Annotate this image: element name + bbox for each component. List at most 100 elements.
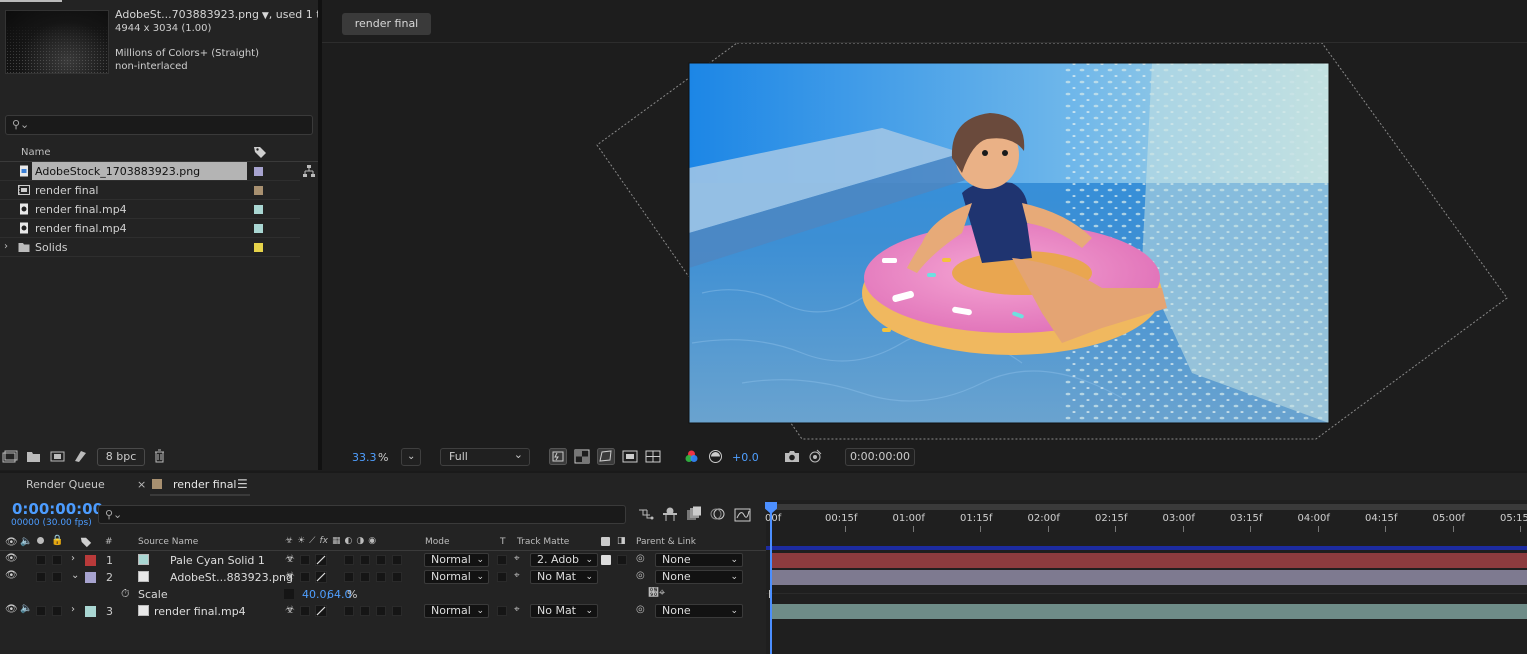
label-tag-icon[interactable] [80, 536, 92, 548]
motion-blur-switch[interactable] [376, 555, 386, 565]
shy-switch-icon[interactable]: ☣ [285, 569, 295, 582]
project-search-input[interactable]: ⚲⌄ [5, 115, 313, 135]
column-name[interactable]: Name [21, 147, 51, 158]
camera-snapshot-icon[interactable] [784, 449, 800, 463]
pick-whip-icon[interactable]: ⌖ [514, 604, 520, 615]
parent-pick-whip-icon[interactable]: ◎ [636, 570, 645, 581]
lock-switch[interactable] [52, 555, 62, 565]
column-t[interactable]: T [500, 537, 506, 547]
region-of-interest-icon[interactable] [622, 449, 638, 464]
preserve-transparency-switch[interactable] [497, 572, 507, 582]
label-color-swatch[interactable] [254, 224, 263, 233]
frame-blending-icon[interactable] [686, 506, 702, 522]
tab-render-final[interactable]: render final [173, 478, 237, 491]
fx-switch[interactable] [344, 572, 354, 582]
audio-icon[interactable]: 🔈 [20, 536, 32, 547]
eye-icon[interactable]: 👁 [5, 537, 18, 548]
viewer-comp-tab[interactable]: render final [342, 13, 431, 35]
show-snapshot-icon[interactable] [807, 448, 823, 464]
composition-flowchart-icon[interactable] [638, 507, 654, 522]
lock-switch[interactable] [52, 606, 62, 616]
grid-guides-icon[interactable] [645, 449, 661, 464]
layer-label-color[interactable] [85, 555, 96, 566]
matte-invert-switch[interactable] [617, 555, 627, 565]
matte-invert-icon[interactable]: ◨ [617, 536, 626, 546]
adjust-project-settings-icon[interactable] [73, 449, 88, 463]
shy-switch-icon[interactable]: ☣ [285, 552, 295, 565]
motion-blur-switch[interactable] [376, 572, 386, 582]
collapse-icon[interactable]: ☀ [297, 536, 305, 548]
stopwatch-icon[interactable]: ⏱ [121, 587, 130, 601]
work-area-bar[interactable] [766, 504, 1527, 510]
project-item[interactable]: render final.mp4 [0, 219, 300, 238]
label-color-swatch[interactable] [254, 167, 263, 176]
eye-icon[interactable]: 👁 [5, 553, 18, 564]
3d-switch[interactable] [392, 572, 402, 582]
adjustment-icon[interactable]: ◑ [356, 536, 364, 548]
matte-alpha-icon[interactable] [601, 537, 610, 546]
3d-layer-icon[interactable]: ◉ [368, 536, 376, 548]
layer-row[interactable]: 👁 🔈 › 3 render final.mp4 ☣ Normal ⌄ ⌖ No Mat ⌄ ◎ Non… [0, 603, 766, 620]
fx-switch[interactable] [344, 606, 354, 616]
parent-dropdown[interactable]: None ⌄ [655, 570, 743, 584]
collapse-switch[interactable] [300, 555, 310, 565]
current-time-display[interactable]: 0:00:00:00 [12, 500, 103, 518]
frame-blend-switch[interactable] [360, 572, 370, 582]
new-composition-icon[interactable] [50, 450, 65, 463]
matte-alpha-switch[interactable] [601, 555, 611, 565]
trash-icon[interactable] [153, 449, 166, 463]
timeline-search-input[interactable]: ⚲⌄ [98, 505, 626, 524]
preserve-transparency-switch[interactable] [497, 555, 507, 565]
layer-source-name[interactable]: AdobeSt...883923.png [170, 571, 293, 584]
track-matte-dropdown[interactable]: No Mat ⌄ [530, 570, 598, 584]
interpret-footage-icon[interactable] [2, 450, 18, 464]
chevron-right-icon[interactable]: › [71, 604, 75, 615]
collapse-switch[interactable] [300, 572, 310, 582]
magnification-dropdown[interactable]: ⌄ [401, 448, 421, 466]
label-tag-icon[interactable] [253, 145, 267, 159]
exposure-value[interactable]: +0.0 [732, 451, 759, 464]
column-track-matte[interactable]: Track Matte [517, 537, 569, 547]
layer-row[interactable]: 👁 › 1 Pale Cyan Solid 1 ☣ Normal ⌄ ⌖ 2. Adob ⌄ ◎ No… [0, 552, 766, 569]
flowchart-icon[interactable] [302, 164, 316, 178]
pick-whip-icon[interactable]: ⌖ [514, 553, 520, 564]
asset-name[interactable]: AdobeSt...703883923.png ▼, used 1 time [115, 8, 341, 21]
composition-canvas[interactable] [322, 43, 1527, 443]
project-item[interactable]: AdobeStock_1703883923.png [0, 162, 300, 181]
3d-switch[interactable] [392, 555, 402, 565]
chevron-down-icon[interactable]: ⌄ [71, 570, 79, 581]
fx-switch[interactable] [344, 555, 354, 565]
column-source-name[interactable]: Source Name [138, 537, 198, 547]
motion-blur-switch[interactable] [376, 606, 386, 616]
project-item[interactable]: › Solids [0, 238, 300, 257]
project-item[interactable]: render final [0, 181, 300, 200]
motion-blur-icon[interactable] [710, 506, 726, 522]
new-folder-icon[interactable] [26, 450, 41, 463]
3d-switch[interactable] [392, 606, 402, 616]
collapse-switch[interactable] [300, 606, 310, 616]
shy-layers-icon[interactable] [662, 506, 678, 522]
quality-icon[interactable]: ⟋ [309, 536, 315, 548]
solo-switch[interactable] [36, 555, 46, 565]
pick-whip-icon[interactable]: ֐⌖ [648, 586, 665, 600]
quality-switch[interactable] [315, 554, 327, 566]
frame-blend-switch[interactable] [360, 606, 370, 616]
layer-mode-dropdown[interactable]: Normal ⌄ [424, 604, 489, 618]
column-number[interactable]: # [105, 537, 113, 547]
chevron-down-icon[interactable]: ▼ [259, 11, 269, 21]
quality-switch[interactable] [315, 605, 327, 617]
fast-previews-icon[interactable] [549, 448, 567, 465]
rgb-channels-icon[interactable] [684, 449, 699, 464]
mask-path-visibility-icon[interactable] [597, 448, 615, 465]
eye-icon[interactable]: 👁 [5, 604, 18, 615]
frame-blend-icon[interactable]: ▦ [332, 536, 341, 548]
column-mode[interactable]: Mode [425, 537, 450, 547]
color-depth-button[interactable]: 8 bpc [97, 448, 145, 466]
parent-pick-whip-icon[interactable]: ◎ [636, 604, 645, 615]
label-color-swatch[interactable] [254, 205, 263, 214]
layer-source-name[interactable]: render final.mp4 [154, 605, 246, 618]
resolution-dropdown[interactable]: Full ⌄ [440, 448, 530, 466]
solo-icon[interactable] [37, 537, 44, 544]
layer-duration-bar[interactable] [772, 604, 1527, 619]
layer-label-color[interactable] [85, 606, 96, 617]
